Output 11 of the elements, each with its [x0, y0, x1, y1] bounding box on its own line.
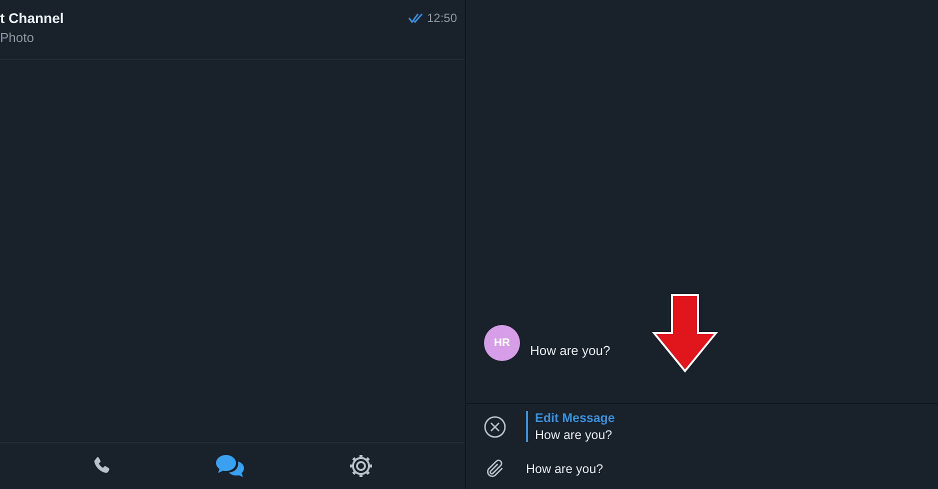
chat-time: 12:50 [426, 11, 457, 25]
chat-title: t Channel [0, 10, 64, 26]
gear-icon [348, 453, 374, 479]
edit-title: Edit Message [535, 411, 615, 425]
edit-text: How are you? [535, 428, 614, 442]
message-input[interactable]: How are you? [526, 462, 826, 476]
chat-preview: Photo [0, 30, 35, 45]
close-icon[interactable] [484, 416, 506, 438]
chat-bubbles-icon [215, 453, 246, 479]
avatar: HR [484, 325, 520, 361]
message-text: How are you? [530, 342, 610, 358]
